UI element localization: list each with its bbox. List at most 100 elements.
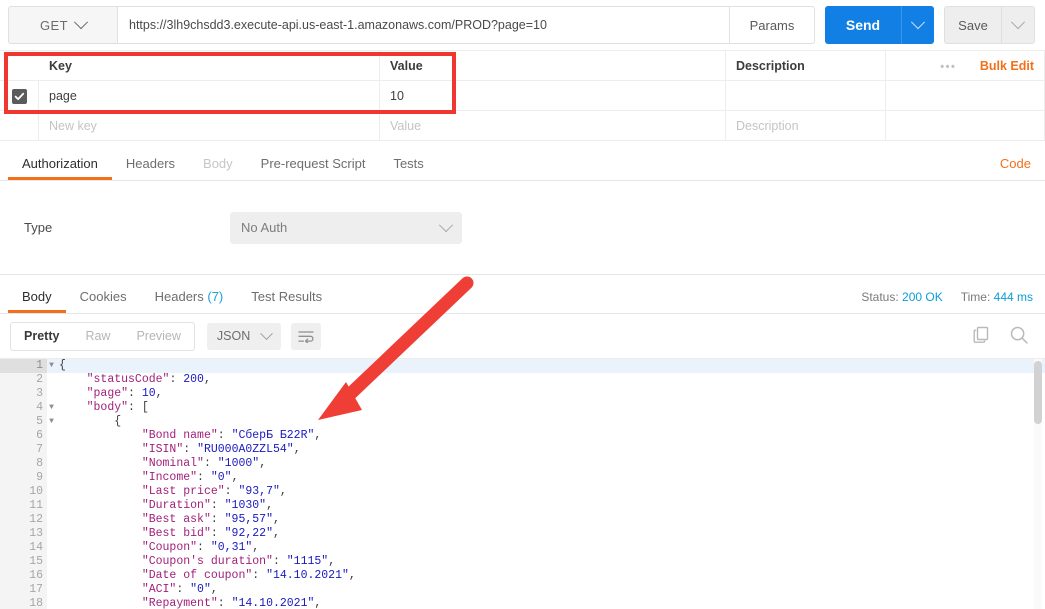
header-checkbox-cell (0, 51, 39, 81)
tab-response-headers-label: Headers (155, 289, 204, 304)
header-key: Key (39, 51, 380, 81)
code-text: "Repayment": "14.10.2021", (47, 597, 1045, 609)
header-actions-cell: ••• Bulk Edit (885, 51, 1045, 81)
code-line: 3 "page": 10, (0, 387, 1045, 401)
send-options-button[interactable] (901, 6, 934, 44)
response-meta: Status: 200 OK Time: 444 ms (861, 290, 1045, 313)
tab-authorization[interactable]: Authorization (8, 156, 112, 180)
code-line: 14 "Coupon": "0,31", (0, 541, 1045, 555)
fold-toggle-icon[interactable]: ▼ (47, 415, 56, 429)
time-label: Time: (961, 290, 991, 304)
tab-pre-request-script-label: Pre-request Script (261, 156, 366, 171)
line-number: 10 (0, 485, 47, 499)
status-label: Status: (861, 290, 898, 304)
response-view-mode-group: Pretty Raw Preview (10, 322, 195, 351)
line-number: 11 (0, 499, 47, 513)
more-options-icon[interactable]: ••• (940, 61, 956, 73)
send-button-label: Send (846, 17, 880, 33)
url-input[interactable]: https://3lh9chsdd3.execute-api.us-east-1… (117, 6, 730, 44)
tab-response-cookies[interactable]: Cookies (66, 289, 141, 313)
save-button[interactable]: Save (944, 6, 1001, 44)
line-number: 2 (0, 373, 47, 387)
send-button-group: Send (825, 6, 934, 44)
search-icon[interactable] (1009, 325, 1029, 348)
bulk-edit-link[interactable]: Bulk Edit (980, 59, 1034, 73)
tab-pre-request-script[interactable]: Pre-request Script (247, 156, 380, 180)
response-format-value: JSON (217, 329, 250, 343)
save-options-button[interactable] (1001, 6, 1035, 44)
line-number: 9 (0, 471, 47, 485)
response-toolbar: Pretty Raw Preview JSON (0, 314, 1045, 359)
code-text: "body": [ (47, 401, 1045, 415)
word-wrap-icon (298, 330, 314, 343)
table-row-new: New key Value Description (0, 111, 1045, 141)
view-mode-pretty[interactable]: Pretty (11, 323, 72, 350)
tab-tests-label: Tests (393, 156, 423, 171)
url-text: https://3lh9chsdd3.execute-api.us-east-1… (129, 18, 547, 32)
new-param-description-input[interactable]: Description (726, 111, 886, 141)
code-text: "Best bid": "92,22", (47, 527, 1045, 541)
new-param-key-input[interactable]: New key (39, 111, 380, 141)
code-link[interactable]: Code (1000, 156, 1045, 180)
chevron-down-icon (260, 327, 273, 340)
view-mode-preview[interactable]: Preview (123, 323, 193, 350)
fold-toggle-icon[interactable]: ▼ (47, 401, 56, 415)
line-number: 17 (0, 583, 47, 597)
code-text: "Nominal": "1000", (47, 457, 1045, 471)
tab-headers[interactable]: Headers (112, 156, 189, 180)
tab-body[interactable]: Body (189, 156, 247, 180)
line-number: 16 (0, 569, 47, 583)
code-text: "ACI": "0", (47, 583, 1045, 597)
param-value-input[interactable]: 10 (380, 81, 726, 111)
tab-tests[interactable]: Tests (379, 156, 437, 180)
view-mode-raw[interactable]: Raw (72, 323, 123, 350)
word-wrap-button[interactable] (291, 323, 321, 350)
authorization-panel: Type No Auth (0, 181, 1045, 275)
auth-type-select[interactable]: No Auth (230, 212, 462, 244)
tab-test-results[interactable]: Test Results (237, 289, 336, 313)
response-format-select[interactable]: JSON (207, 323, 281, 350)
query-params-table: Key Value Description ••• Bulk Edit page… (0, 50, 1045, 141)
param-key-input[interactable]: page (39, 81, 380, 111)
copy-icon[interactable] (972, 325, 991, 347)
send-button[interactable]: Send (825, 6, 901, 44)
response-body-viewer[interactable]: 1▼{2 "statusCode": 200,3 "page": 10,4▼ "… (0, 359, 1045, 609)
code-text: "Bond name": "СберБ Б22R", (47, 429, 1045, 443)
param-enabled-checkbox[interactable] (12, 89, 27, 104)
json-code-lines: 1▼{2 "statusCode": 200,3 "page": 10,4▼ "… (0, 359, 1045, 609)
code-line: 17 "ACI": "0", (0, 583, 1045, 597)
status-badge: Status: 200 OK (861, 290, 942, 304)
scrollbar-thumb[interactable] (1034, 361, 1042, 424)
table-row: page 10 (0, 81, 1045, 111)
line-number: 6 (0, 429, 47, 443)
code-text: "ISIN": "RU000A0ZZL54", (47, 443, 1045, 457)
code-line: 7 "ISIN": "RU000A0ZZL54", (0, 443, 1045, 457)
row-checkbox-cell[interactable] (0, 81, 39, 111)
params-button[interactable]: Params (730, 6, 815, 44)
code-line: 2 "statusCode": 200, (0, 373, 1045, 387)
auth-type-value: No Auth (241, 220, 287, 235)
auth-type-label: Type (0, 220, 230, 235)
line-number: 4▼ (0, 401, 47, 415)
line-number: 14 (0, 541, 47, 555)
http-method-selector[interactable]: GET (8, 6, 117, 44)
line-number: 7 (0, 443, 47, 457)
response-scrollbar[interactable] (1034, 359, 1042, 609)
tab-response-headers[interactable]: Headers (7) (141, 289, 238, 313)
fold-toggle-icon[interactable]: ▼ (47, 359, 56, 373)
code-line: 8 "Nominal": "1000", (0, 457, 1045, 471)
new-row-actions-cell (885, 111, 1045, 141)
params-button-label: Params (750, 18, 795, 33)
line-number: 1▼ (0, 359, 47, 373)
chevron-down-icon (74, 15, 88, 29)
code-line: 5▼ { (0, 415, 1045, 429)
code-text: "Duration": "1030", (47, 499, 1045, 513)
param-description-input[interactable] (726, 81, 886, 111)
line-number: 3 (0, 387, 47, 401)
new-param-value-input[interactable]: Value (380, 111, 726, 141)
tab-response-body[interactable]: Body (8, 289, 66, 313)
code-text: { (47, 359, 1045, 373)
code-text: "Last price": "93,7", (47, 485, 1045, 499)
request-url-bar: GET https://3lh9chsdd3.execute-api.us-ea… (0, 0, 1045, 44)
header-value: Value (380, 51, 726, 81)
